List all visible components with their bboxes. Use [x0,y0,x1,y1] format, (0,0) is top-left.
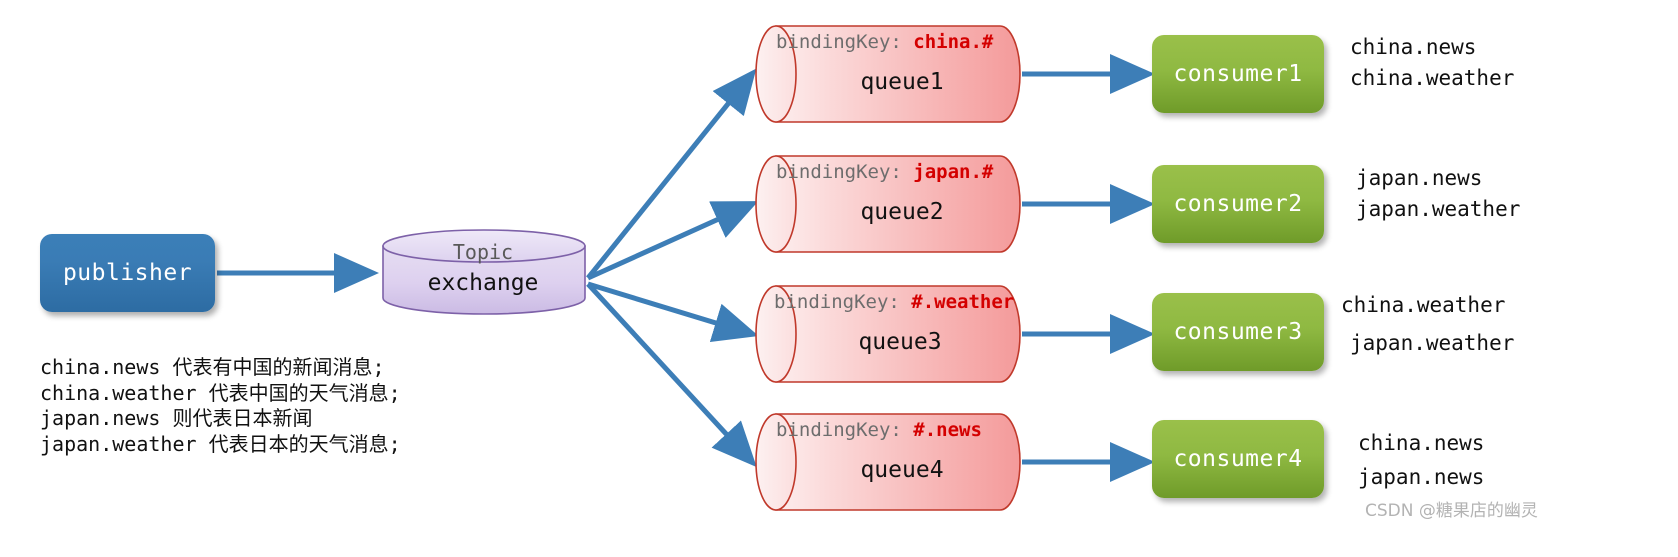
consumer-label-4: consumer4 [1173,446,1303,472]
routing-key-1-2: china.weather [1350,66,1515,90]
diagram-canvas: publisher Topic exchange bindingKey: chi… [0,0,1678,557]
consumer-node-4[interactable]: consumer4 [1152,420,1324,498]
publisher-node[interactable]: publisher [40,234,215,312]
legend-line-3: japan.news 则代表日本新闻 [40,406,313,430]
consumer-node-2[interactable]: consumer2 [1152,165,1324,243]
routing-key-4-2: japan.news [1358,465,1485,489]
queue-binding-key-2: bindingKey: japan.# [776,161,1038,183]
publisher-label: publisher [62,260,193,286]
exchange-type-label: Topic [452,240,514,264]
queue-binding-key-1: bindingKey: china.# [776,31,1038,53]
routing-key-3-2: japan.weather [1350,331,1515,355]
binding-key-value-2: japan.# [913,161,994,183]
exchange-label: exchange [427,270,539,296]
exchange-node[interactable]: Topic exchange [381,232,585,312]
routing-keys-consumer-3: china.weather japan.weather [1341,286,1514,362]
queue-name-4: queue4 [860,457,944,483]
queue-node-3[interactable]: bindingKey: #.weather queue3 [760,285,1018,383]
binding-key-value-4: #.news [913,419,982,441]
binding-key-prefix-3: bindingKey: [774,291,912,313]
routing-key-1-1: china.news [1350,35,1477,59]
consumer-node-3[interactable]: consumer3 [1152,293,1324,371]
routing-key-2-1: japan.news [1356,166,1483,190]
binding-key-value-3: #.weather [911,291,1015,313]
routing-key-2-2: japan.weather [1356,197,1521,221]
watermark: CSDN @糖果店的幽灵 [1365,501,1538,521]
consumer-label-2: consumer2 [1173,191,1303,217]
arrow-exchange-to-queue2 [586,201,759,281]
queue-node-1[interactable]: bindingKey: china.# queue1 [762,25,1020,123]
legend-block: china.news 代表有中国的新闻消息; china.weather 代表中… [40,355,401,457]
arrow-exchange-to-queue4 [586,282,757,468]
queue-node-2[interactable]: bindingKey: japan.# queue2 [762,155,1020,253]
queue-name-1: queue1 [860,69,944,95]
routing-key-4-1: china.news [1358,431,1485,455]
routing-key-3-1: china.weather [1341,293,1506,317]
legend-line-2: china.weather 代表中国的天气消息; [40,380,401,405]
legend-line-4: japan.weather 代表日本的天气消息; [40,431,401,456]
arrow-exchange-to-queue1 [586,68,757,280]
routing-keys-consumer-1: china.news china.weather [1350,32,1514,94]
queue-binding-key-4: bindingKey: #.news [776,419,1038,441]
consumer-label-3: consumer3 [1173,319,1303,345]
binding-key-value-1: china.# [913,31,994,53]
queue-name-3: queue3 [858,329,942,355]
binding-key-prefix-2: bindingKey: [776,161,914,183]
queue-name-2: queue2 [860,199,944,225]
routing-keys-consumer-2: japan.news japan.weather [1356,163,1520,225]
queue-node-4[interactable]: bindingKey: #.news queue4 [762,413,1020,511]
legend-line-1: china.news 代表有中国的新闻消息; [40,355,385,379]
consumer-node-1[interactable]: consumer1 [1152,35,1324,113]
consumer-label-1: consumer1 [1173,61,1303,87]
arrow-exchange-to-queue3 [587,281,759,343]
binding-key-prefix-1: bindingKey: [776,31,914,53]
binding-key-prefix-4: bindingKey: [776,419,914,441]
queue-binding-key-3: bindingKey: #.weather [774,291,1036,313]
routing-keys-consumer-4: china.news japan.news [1358,426,1484,494]
